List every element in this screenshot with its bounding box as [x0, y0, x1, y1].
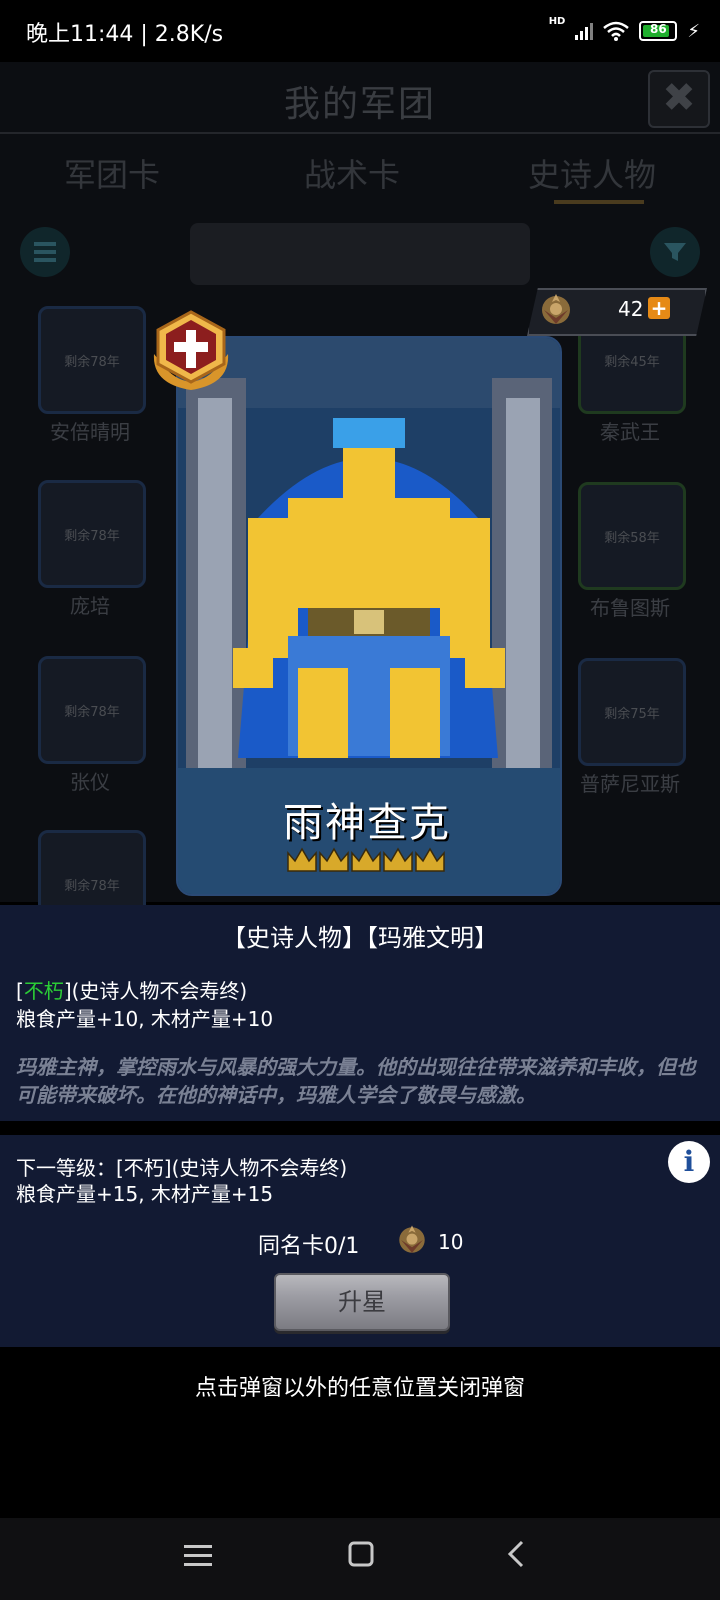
tab-underline [554, 200, 644, 204]
trait-desc: ](史诗人物不会寿终) [63, 979, 248, 1003]
star-crowns [287, 847, 445, 872]
status-icons: HD 86 ⚡ [549, 16, 700, 46]
hero-tags: 【史诗人物】【玛雅文明】 [222, 924, 498, 952]
card-name: 庞培 [70, 594, 110, 618]
header-divider [0, 132, 720, 134]
upgrade-cost: 10 [438, 1230, 464, 1254]
card-remaining: 剩余78年 [64, 355, 120, 370]
trait-bracket: [ [16, 979, 24, 1003]
hero-description: 玛雅主神，掌控雨水与风暴的强大力量。他的出现往往带来滋养和丰收，但也可能带来破坏… [16, 1055, 696, 1107]
card-remaining: 剩余58年 [604, 531, 660, 546]
card-item[interactable]: 剩余75年 [578, 658, 686, 766]
card-remaining: 剩余78年 [64, 879, 120, 894]
card-remaining: 剩余78年 [64, 705, 120, 720]
medal-icon [399, 1225, 425, 1253]
card-item[interactable]: 剩余78年 [38, 656, 146, 764]
back-icon[interactable] [506, 1540, 526, 1576]
card-item[interactable]: 剩余78年 [38, 306, 146, 414]
filter-icon[interactable] [650, 227, 700, 277]
close-hint: 点击弹窗以外的任意位置关闭弹窗 [194, 1376, 525, 1401]
hd-label: HD [548, 16, 566, 27]
battery-icon: 86 [639, 21, 678, 41]
search-input[interactable] [190, 223, 530, 285]
add-currency-button[interactable]: + [648, 297, 670, 319]
upgrade-star-button[interactable]: 升星 [274, 1273, 450, 1331]
card-item[interactable]: 剩余78年 [38, 480, 146, 588]
home-icon[interactable] [348, 1540, 374, 1576]
close-icon[interactable]: ✖ [648, 70, 710, 128]
battery-level: 86 [650, 22, 667, 36]
tab-legion-cards[interactable]: 军团卡 [64, 150, 160, 196]
medal-icon [542, 294, 570, 324]
list-icon[interactable] [20, 227, 70, 277]
cross-badge-icon [153, 310, 229, 390]
card-name: 普萨尼亚斯 [580, 772, 680, 796]
card-name: 布鲁图斯 [590, 596, 670, 620]
currency-amount: 42 [618, 297, 644, 321]
info-icon[interactable]: i [668, 1141, 710, 1183]
menu-icon[interactable] [184, 1542, 212, 1577]
tab-epic-figures[interactable]: 史诗人物 [528, 150, 656, 196]
card-name: 秦武王 [600, 420, 660, 444]
card-remaining: 剩余75年 [604, 707, 660, 722]
next-level-stats: 粮食产量+15, 木材产量+15 [16, 1182, 274, 1206]
wifi-icon [603, 21, 630, 41]
charging-icon: ⚡ [687, 20, 700, 42]
trait-name: 不朽 [23, 979, 64, 1003]
page-title: 我的军团 [283, 84, 436, 125]
signal-icon [575, 22, 594, 40]
status-time: 晚上11:44 | 2.8K/s [26, 22, 224, 47]
card-name: 张仪 [70, 770, 110, 794]
tab-tactic-cards[interactable]: 战术卡 [304, 150, 400, 196]
card-item[interactable]: 剩余58年 [578, 482, 686, 590]
hero-trait: [不朽](史诗人物不会寿终) [16, 975, 247, 1004]
duplicate-card-count: 同名卡0/1 [258, 1234, 360, 1259]
card-name: 安倍晴明 [50, 420, 130, 444]
card-remaining: 剩余45年 [604, 355, 660, 370]
card-remaining: 剩余78年 [64, 529, 120, 544]
hero-stats: 粮食产量+10, 木材产量+10 [16, 1007, 274, 1031]
next-level-trait: 下一等级：[不朽](史诗人物不会寿终) [16, 1156, 348, 1180]
hero-name: 雨神查克 [283, 800, 451, 846]
